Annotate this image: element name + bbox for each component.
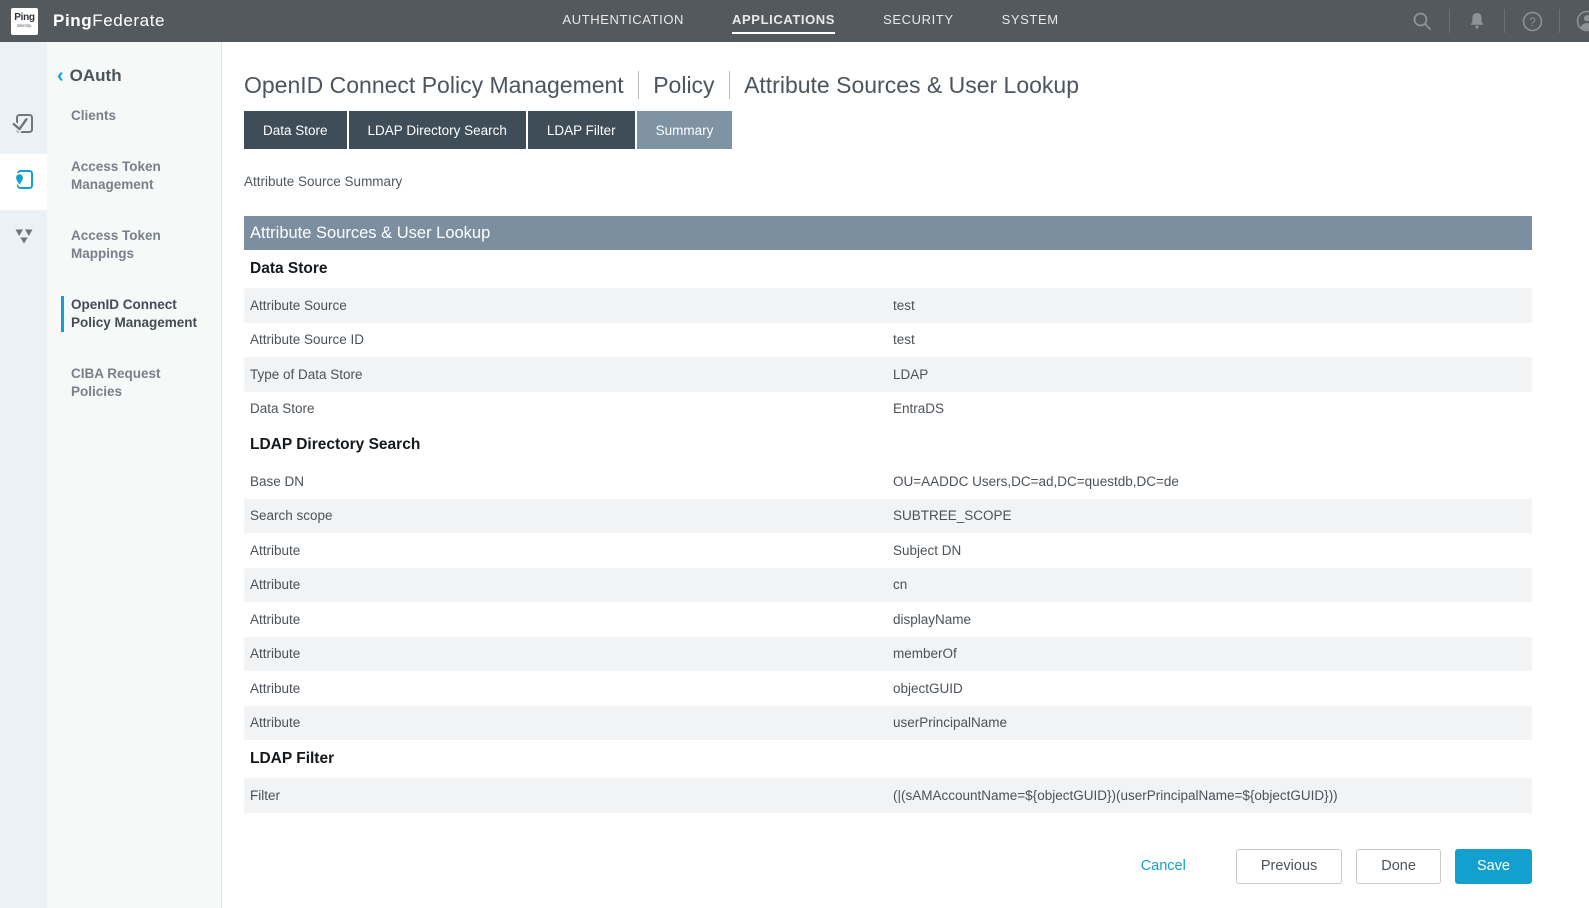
sidebar-item-access-token-mappings[interactable]: Access Token Mappings <box>61 227 221 263</box>
row-value: (|(sAMAccountName=${objectGUID})(userPri… <box>893 788 1532 803</box>
section-icon-rail <box>0 42 47 908</box>
footer-actions: Cancel Previous Done Save <box>244 849 1532 884</box>
breadcrumb-separator <box>638 71 640 99</box>
tab-ldap-directory-search[interactable]: LDAP Directory Search <box>349 111 526 149</box>
row-value: objectGUID <box>893 681 1532 696</box>
table-row: AttributedisplayName <box>244 602 1532 637</box>
row-value: test <box>893 298 1532 313</box>
row-label: Type of Data Store <box>244 367 893 382</box>
row-value: cn <box>893 577 1532 592</box>
table-row: Filter(|(sAMAccountName=${objectGUID})(u… <box>244 778 1532 813</box>
table-row: Attributecn <box>244 568 1532 603</box>
main-content: OpenID Connect Policy Management Policy At… <box>222 42 1589 908</box>
tab-ldap-filter[interactable]: LDAP Filter <box>528 111 635 149</box>
applications-icon <box>11 167 36 197</box>
row-value: test <box>893 332 1532 347</box>
row-label: Attribute <box>244 543 893 558</box>
topbar-icons: ? <box>1395 0 1589 42</box>
sidebar-item-clients[interactable]: Clients <box>61 107 221 125</box>
row-label: Attribute Source ID <box>244 332 893 347</box>
save-button[interactable]: Save <box>1455 849 1532 884</box>
table-row: AttributeobjectGUID <box>244 671 1532 706</box>
row-label: Attribute Source <box>244 298 893 313</box>
row-label: Attribute <box>244 612 893 627</box>
back-chevron-icon: ‹ <box>57 67 64 85</box>
side-menu-title: OAuth <box>70 66 122 86</box>
sidebar-item-ciba-request-policies[interactable]: CIBA Request Policies <box>61 365 221 401</box>
table-row: Attribute Sourcetest <box>244 288 1532 323</box>
ping-identity-logo: Ping Identity. <box>11 8 38 35</box>
row-label: Filter <box>244 788 893 803</box>
oauth-back-header[interactable]: ‹ OAuth <box>47 66 221 86</box>
sidebar-item-security[interactable] <box>0 210 47 266</box>
top-bar: Ping Identity. PingFederate AUTHENTICATI… <box>0 0 1589 42</box>
primary-nav: AUTHENTICATION APPLICATIONS SECURITY SYSTEM <box>563 0 1059 42</box>
nav-item-security[interactable]: SECURITY <box>883 8 954 34</box>
sidebar-item-access-token-management[interactable]: Access Token Management <box>61 158 221 194</box>
row-value: OU=AADDC Users,DC=ad,DC=questdb,DC=de <box>893 474 1532 489</box>
summary-caption: Attribute Source Summary <box>244 174 1532 189</box>
logo-text: Ping <box>14 13 34 23</box>
sidebar-item-openid-connect-policy-management[interactable]: OpenID Connect Policy Management <box>61 296 221 332</box>
row-value: memberOf <box>893 646 1532 661</box>
tab-summary[interactable]: Summary <box>637 111 733 149</box>
divider <box>1504 9 1505 33</box>
security-icon <box>12 224 36 253</box>
section-heading-data-store: Data Store <box>244 250 1532 288</box>
table-row: Attribute Source IDtest <box>244 323 1532 358</box>
row-value: Subject DN <box>893 543 1532 558</box>
breadcrumb-segment: OpenID Connect Policy Management <box>244 72 624 99</box>
row-value: LDAP <box>893 367 1532 382</box>
section-heading-ldap-directory-search: LDAP Directory Search <box>244 426 1532 464</box>
row-value: EntraDS <box>893 401 1532 416</box>
row-value: displayName <box>893 612 1532 627</box>
row-label: Attribute <box>244 577 893 592</box>
table-row: AttributeSubject DN <box>244 533 1532 568</box>
nav-item-system[interactable]: SYSTEM <box>1002 8 1059 34</box>
tab-data-store[interactable]: Data Store <box>244 111 347 149</box>
summary-table-header: Attribute Sources & User Lookup <box>244 216 1532 250</box>
notifications-bell-icon[interactable] <box>1466 10 1488 32</box>
table-row: Search scopeSUBTREE_SCOPE <box>244 499 1532 534</box>
sidebar-item-authentication[interactable] <box>0 98 47 154</box>
user-avatar-icon[interactable] <box>1576 10 1589 32</box>
table-row: AttributememberOf <box>244 637 1532 672</box>
breadcrumb: OpenID Connect Policy Management Policy At… <box>244 71 1532 99</box>
row-label: Attribute <box>244 646 893 661</box>
row-value: userPrincipalName <box>893 715 1532 730</box>
row-label: Search scope <box>244 508 893 523</box>
divider <box>1449 9 1450 33</box>
row-label: Data Store <box>244 401 893 416</box>
table-row: AttributeuserPrincipalName <box>244 706 1532 741</box>
nav-item-applications[interactable]: APPLICATIONS <box>732 8 835 34</box>
side-menu-items: Clients Access Token Management Access Tok… <box>47 107 221 401</box>
summary-table: Attribute Sources & User Lookup Data Sto… <box>244 216 1532 813</box>
row-value: SUBTREE_SCOPE <box>893 508 1532 523</box>
table-row: Data StoreEntraDS <box>244 392 1532 427</box>
logo-subtext: Identity. <box>17 24 32 29</box>
app-title: PingFederate <box>53 11 165 31</box>
breadcrumb-separator <box>729 71 731 99</box>
previous-button[interactable]: Previous <box>1236 849 1342 884</box>
breadcrumb-segment: Attribute Sources & User Lookup <box>744 72 1079 99</box>
search-icon[interactable] <box>1411 10 1433 32</box>
divider <box>1559 9 1560 33</box>
breadcrumb-segment: Policy <box>653 72 714 99</box>
svg-text:?: ? <box>1529 16 1535 28</box>
table-row: Type of Data StoreLDAP <box>244 357 1532 392</box>
help-icon[interactable]: ? <box>1521 10 1543 32</box>
section-heading-ldap-filter: LDAP Filter <box>244 740 1532 778</box>
nav-item-authentication[interactable]: AUTHENTICATION <box>563 8 685 34</box>
oauth-side-menu: ‹ OAuth Clients Access Token Management Ac… <box>47 42 222 908</box>
done-button[interactable]: Done <box>1356 849 1441 884</box>
row-label: Attribute <box>244 715 893 730</box>
authentication-icon <box>11 111 36 141</box>
row-label: Base DN <box>244 474 893 489</box>
row-label: Attribute <box>244 681 893 696</box>
table-row: Base DNOU=AADDC Users,DC=ad,DC=questdb,D… <box>244 464 1532 499</box>
sidebar-item-applications[interactable] <box>0 154 47 210</box>
wizard-step-tabs: Data StoreLDAP Directory SearchLDAP Filt… <box>244 111 1532 149</box>
summary-table-body: Data StoreAttribute SourcetestAttribute … <box>244 250 1532 813</box>
cancel-link[interactable]: Cancel <box>1141 858 1186 874</box>
